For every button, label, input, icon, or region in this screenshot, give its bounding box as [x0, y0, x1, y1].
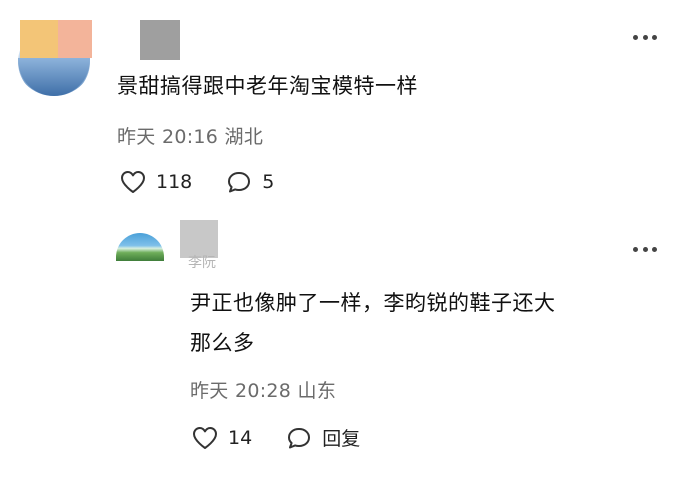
reply-button[interactable]: 回复	[286, 424, 360, 451]
replier-name-fragment: 李阮	[188, 255, 216, 271]
reply-text: 尹正也像肿了一样，李昀锐的鞋子还大 那么多	[190, 283, 660, 363]
reply-count-button[interactable]: 5	[226, 170, 274, 194]
replier-avatar[interactable]	[116, 233, 164, 261]
avatar-mosaic-right	[58, 20, 92, 58]
comment-meta: 昨天 20:16 湖北	[117, 122, 263, 149]
comment-time: 昨天 20:16	[117, 126, 219, 148]
comment-actions: 118 5	[120, 170, 274, 194]
like-button[interactable]: 14	[192, 426, 252, 450]
like-button[interactable]: 118	[120, 170, 192, 194]
comment-location: 湖北	[224, 126, 264, 148]
heart-outline-icon	[121, 171, 145, 193]
like-count: 118	[156, 171, 193, 193]
avatar-wave	[18, 58, 90, 96]
reply-text-line: 那么多	[190, 331, 255, 355]
reply-text-line: 尹正也像肿了一样，李昀锐的鞋子还大	[190, 291, 556, 315]
reply-count: 5	[262, 171, 275, 193]
more-dots-icon[interactable]	[633, 244, 657, 254]
reply-actions: 14 回复	[192, 424, 360, 451]
heart-outline-icon	[193, 426, 217, 449]
avatar-mosaic-left	[20, 20, 58, 58]
speech-bubble-icon	[288, 427, 311, 448]
like-count: 14	[228, 426, 253, 449]
reply-time: 昨天 20:28	[190, 380, 292, 402]
speech-bubble-icon	[228, 172, 251, 193]
commenter-name-redacted[interactable]	[140, 20, 180, 60]
reply-label: 回复	[322, 428, 361, 450]
comment-text: 景甜搞得跟中老年淘宝模特一样	[117, 74, 418, 98]
more-dots-icon[interactable]	[633, 32, 657, 42]
reply-location: 山东	[297, 380, 337, 402]
commenter-avatar[interactable]	[14, 18, 94, 96]
reply-meta: 昨天 20:28 山东	[190, 376, 336, 403]
